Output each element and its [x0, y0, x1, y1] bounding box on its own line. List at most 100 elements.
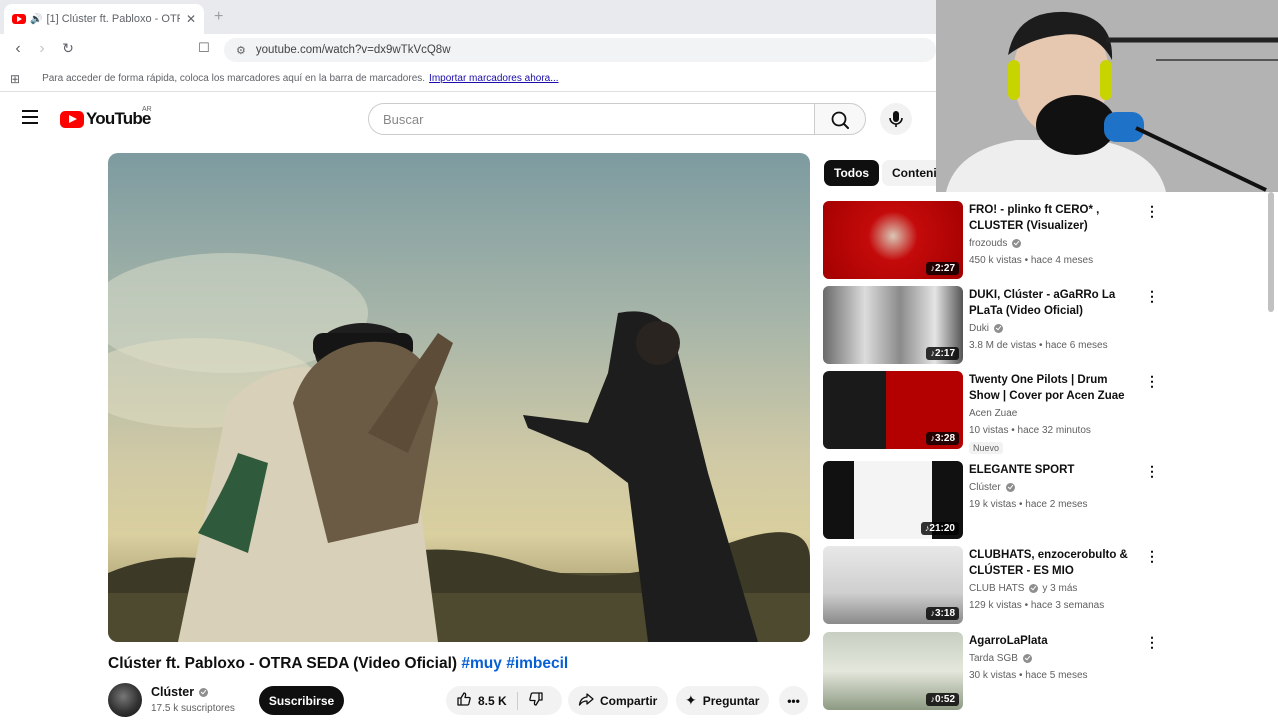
webcam-overlay: [936, 0, 1278, 192]
verified-icon: [1005, 483, 1015, 492]
tab-title: [1] Clúster ft. Pabloxo - OTR: [46, 13, 180, 25]
like-icon[interactable]: [456, 691, 472, 710]
import-bookmarks-link[interactable]: Importar marcadores ahora...: [429, 73, 559, 84]
video-thumbnail[interactable]: 2:17: [823, 286, 963, 364]
new-tab-icon[interactable]: +: [214, 8, 223, 26]
recommendation-title[interactable]: AgarroLaPlata: [969, 633, 1141, 649]
recommendation-channel[interactable]: CLUB HATS y 3 más: [969, 583, 1077, 594]
recommendation-title[interactable]: CLUBHATS, enzocerobulto & CLÚSTER - ES M…: [969, 547, 1141, 579]
recommendation-title[interactable]: FRO! - plinko ft CERO* , CLUSTER (Visual…: [969, 202, 1141, 234]
recommendation-meta: 3.8 M de vistas • hace 6 meses: [969, 340, 1108, 351]
scrollbar[interactable]: [1268, 192, 1274, 312]
address-bar[interactable]: ⚙ youtube.com/watch?v=dx9wTkVcQ8w: [224, 38, 936, 62]
youtube-logo[interactable]: YouTube AR: [60, 106, 152, 129]
video-thumbnail[interactable]: 2:27: [823, 201, 963, 279]
more-vertical-icon[interactable]: ⋮: [1145, 548, 1159, 565]
video-thumbnail[interactable]: 3:18: [823, 546, 963, 624]
new-badge: Nuevo: [969, 442, 1004, 454]
subscribe-button[interactable]: Suscribirse: [259, 686, 344, 715]
more-vertical-icon[interactable]: ⋮: [1145, 373, 1159, 390]
recommendation-item[interactable]: 3:18 CLUBHATS, enzocerobulto & CLÚSTER -…: [823, 546, 1159, 626]
recommendation-meta: 129 k vistas • hace 3 semanas: [969, 600, 1105, 611]
channel-name-text: Clúster: [151, 685, 195, 699]
duration-badge: 21:20: [920, 522, 959, 535]
recommendation-item[interactable]: 0:52 AgarroLaPlata Tarda SGB 30 k vistas…: [823, 632, 1159, 712]
duration-badge: 2:27: [926, 262, 959, 275]
like-divider: [516, 691, 518, 710]
recommendation-channel[interactable]: Clúster: [969, 482, 1015, 493]
bookmarks-bar-text: Para acceder de forma rápida, coloca los…: [42, 73, 426, 84]
more-vertical-icon[interactable]: ⋮: [1145, 288, 1159, 305]
video-thumbnail[interactable]: 21:20: [823, 461, 963, 539]
more-horizontal-icon: •••: [787, 693, 800, 708]
apps-grid-icon[interactable]: ⊞: [10, 72, 20, 86]
bookmark-icon[interactable]: ☐: [194, 40, 214, 56]
verified-icon: [1029, 584, 1039, 593]
search-icon: [831, 111, 849, 129]
more-vertical-icon[interactable]: ⋮: [1145, 463, 1159, 480]
channel-name[interactable]: Clúster: [151, 685, 209, 699]
duration-badge: 3:18: [926, 607, 959, 620]
ask-button[interactable]: ✦ Preguntar: [676, 686, 769, 715]
like-dislike-group: 8.5 K: [446, 686, 562, 715]
subscriber-count: 17.5 k suscriptores: [151, 703, 235, 714]
close-tab-icon[interactable]: ✕: [186, 12, 196, 26]
reload-icon[interactable]: ↻: [58, 40, 78, 57]
recommendation-meta: 10 vistas • hace 32 minutos: [969, 425, 1091, 436]
search-button[interactable]: [814, 103, 866, 135]
youtube-favicon-icon: [12, 14, 26, 24]
recommendation-channel[interactable]: Tarda SGB: [969, 653, 1032, 664]
recommendation-item[interactable]: 2:27 FRO! - plinko ft CERO* , CLUSTER (V…: [823, 201, 1159, 281]
speaker-icon[interactable]: 🔊: [30, 14, 42, 25]
ask-label: Preguntar: [702, 693, 760, 708]
video-player[interactable]: [108, 153, 810, 642]
verified-icon: [1022, 654, 1032, 663]
video-frame: [108, 253, 810, 642]
country-code: AR: [142, 106, 152, 113]
browser-tab[interactable]: 🔊 [1] Clúster ft. Pabloxo - OTR ✕: [4, 4, 204, 34]
hashtag-link[interactable]: #imbecil: [506, 655, 568, 672]
url-text: youtube.com/watch?v=dx9wTkVcQ8w: [255, 44, 451, 56]
verified-icon: [1012, 239, 1022, 248]
share-label: Compartir: [600, 693, 658, 708]
more-vertical-icon[interactable]: ⋮: [1145, 203, 1159, 220]
recommendation-item[interactable]: 2:17 DUKI, Clúster - aGaRRo La PLaTa (Vi…: [823, 286, 1159, 366]
more-actions-button[interactable]: •••: [779, 686, 808, 715]
like-count[interactable]: 8.5 K: [478, 694, 507, 708]
recommendation-item[interactable]: 21:20 ELEGANTE SPORT Clúster 19 k vistas…: [823, 461, 1159, 541]
sparkle-icon: ✦: [685, 692, 697, 708]
voice-search-button[interactable]: [880, 103, 912, 135]
recommendation-channel[interactable]: Acen Zuae: [969, 408, 1017, 419]
video-title: Clúster ft. Pabloxo - OTRA SEDA (Video O…: [108, 655, 568, 673]
recommendation-meta: 450 k vistas • hace 4 meses: [969, 255, 1094, 266]
back-icon[interactable]: ‹: [8, 40, 28, 58]
chip-todos[interactable]: Todos: [824, 160, 880, 186]
more-vertical-icon[interactable]: ⋮: [1145, 634, 1159, 651]
video-thumbnail[interactable]: 0:52: [823, 632, 963, 710]
recommendation-item[interactable]: 3:28 Twenty One Pilots | Drum Show | Cov…: [823, 371, 1159, 454]
youtube-play-icon: [60, 110, 84, 128]
forward-icon[interactable]: ›: [32, 40, 52, 58]
recommendation-channel[interactable]: frozouds: [969, 238, 1022, 249]
duration-badge: 2:17: [926, 347, 959, 360]
duration-badge: 0:52: [926, 693, 959, 706]
channel-avatar[interactable]: [108, 683, 142, 717]
share-button[interactable]: Compartir: [568, 686, 668, 715]
video-thumbnail[interactable]: 3:28: [823, 371, 963, 449]
chip-contenido[interactable]: Contenido: [882, 160, 942, 186]
dislike-icon[interactable]: [528, 691, 544, 710]
site-info-icon[interactable]: ⚙: [236, 44, 246, 57]
hashtag-link[interactable]: #muy: [461, 655, 502, 672]
share-icon: [578, 691, 594, 710]
video-title-text: Clúster ft. Pabloxo - OTRA SEDA (Video O…: [108, 655, 458, 672]
verified-icon: [994, 324, 1004, 333]
microphone-icon: [889, 111, 903, 127]
verified-icon: [199, 687, 209, 697]
recommendation-title[interactable]: ELEGANTE SPORT: [969, 462, 1141, 478]
recommendation-title[interactable]: Twenty One Pilots | Drum Show | Cover po…: [969, 372, 1141, 404]
recommendation-channel[interactable]: Duki: [969, 323, 1004, 334]
search-input[interactable]: Buscar: [368, 103, 814, 135]
recommendation-meta: 19 k vistas • hace 2 meses: [969, 499, 1088, 510]
menu-icon[interactable]: [22, 110, 38, 124]
recommendation-title[interactable]: DUKI, Clúster - aGaRRo La PLaTa (Video O…: [969, 287, 1141, 319]
